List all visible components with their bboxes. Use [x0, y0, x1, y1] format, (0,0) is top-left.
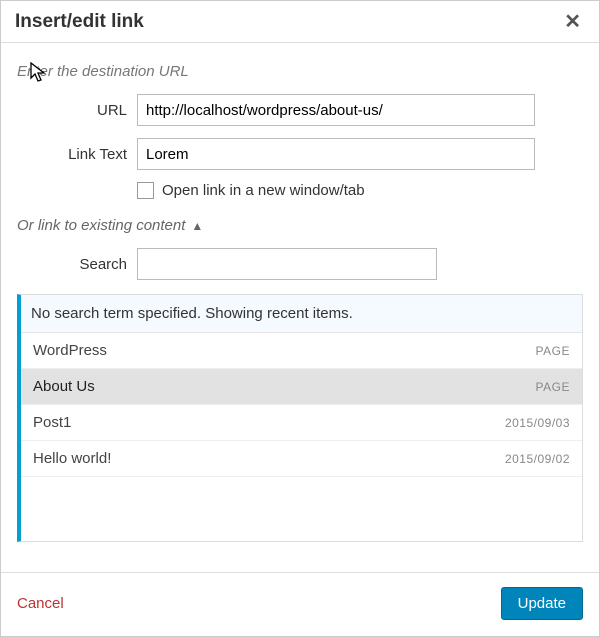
linktext-input[interactable] — [137, 138, 535, 170]
results-spacer — [21, 477, 582, 541]
newtab-checkbox[interactable] — [137, 182, 154, 199]
search-row: Search — [17, 248, 583, 280]
result-row[interactable]: About Us PAGE — [21, 369, 582, 405]
result-title: WordPress — [33, 342, 107, 359]
close-icon[interactable]: ✕ — [560, 9, 585, 34]
newtab-label: Open link in a new window/tab — [162, 182, 365, 199]
dialog-footer: Cancel Update — [1, 572, 599, 636]
dialog-titlebar: Insert/edit link ✕ — [1, 1, 599, 43]
search-label: Search — [17, 256, 137, 273]
existing-toggle-label: Or link to existing content — [17, 217, 185, 234]
result-meta: PAGE — [536, 380, 570, 394]
url-label: URL — [17, 102, 137, 119]
update-button[interactable]: Update — [501, 587, 583, 620]
results-list: WordPress PAGE About Us PAGE Post1 2015/09/03… — [21, 333, 582, 541]
newtab-row: Open link in a new window/tab — [137, 182, 583, 199]
search-input[interactable] — [137, 248, 437, 280]
result-meta: 2015/09/03 — [505, 416, 570, 430]
result-row[interactable]: Hello world! 2015/09/02 — [21, 441, 582, 477]
result-title: Post1 — [33, 414, 71, 431]
insert-link-dialog: Insert/edit link ✕ Enter the destination… — [0, 0, 600, 637]
existing-toggle[interactable]: Or link to existing content ▲ — [17, 217, 583, 234]
dialog-title: Insert/edit link — [15, 11, 144, 33]
url-input[interactable] — [137, 94, 535, 126]
linktext-label: Link Text — [17, 146, 137, 163]
results-panel: No search term specified. Showing recent… — [17, 294, 583, 542]
result-title: About Us — [33, 378, 95, 395]
destination-instruction: Enter the destination URL — [17, 63, 583, 80]
results-status: No search term specified. Showing recent… — [21, 295, 582, 333]
result-row[interactable]: WordPress PAGE — [21, 333, 582, 369]
linktext-row: Link Text — [17, 138, 583, 170]
url-row: URL — [17, 94, 583, 126]
result-title: Hello world! — [33, 450, 111, 467]
result-row[interactable]: Post1 2015/09/03 — [21, 405, 582, 441]
dialog-body: Enter the destination URL URL Link Text … — [1, 43, 599, 542]
result-meta: 2015/09/02 — [505, 452, 570, 466]
cancel-button[interactable]: Cancel — [17, 595, 64, 612]
chevron-up-icon: ▲ — [191, 219, 203, 233]
result-meta: PAGE — [536, 344, 570, 358]
